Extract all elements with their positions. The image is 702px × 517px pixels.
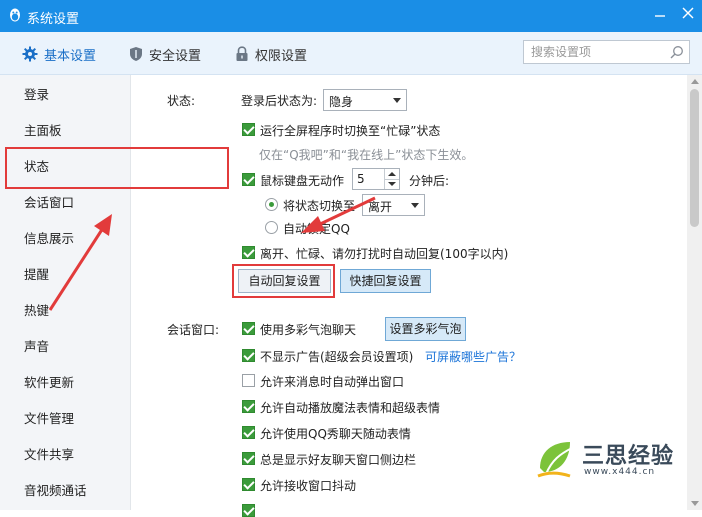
idle-label: 鼠标键盘无动作 <box>260 174 345 188</box>
lock-icon <box>236 46 248 61</box>
idle-lock-radio[interactable] <box>265 221 278 234</box>
chevron-down-icon[interactable] <box>384 179 399 189</box>
watermark-leaf-icon <box>537 442 573 478</box>
idle-minutes-stepper[interactable]: 5 <box>352 168 400 190</box>
qqshow-emoji-checkbox[interactable] <box>242 426 255 439</box>
sidebar-item-av-call[interactable]: 音视频通话 <box>0 476 130 506</box>
colorful-bubble-checkbox[interactable] <box>242 322 255 335</box>
settings-search-box <box>523 40 690 64</box>
tab-label: 权限设置 <box>255 48 308 64</box>
watermark-url: www.x444.cn <box>584 467 656 477</box>
minimize-icon <box>655 15 665 17</box>
search-icon[interactable] <box>670 45 684 59</box>
sidebar-item-hotkey[interactable]: 热键 <box>0 296 130 326</box>
gear-icon <box>22 46 38 62</box>
watermark: 三思经验 www.x444.cn <box>536 436 686 484</box>
auto-popup-checkbox[interactable] <box>242 374 255 387</box>
idle-checkbox[interactable] <box>242 173 255 186</box>
fullscreen-busy-checkbox[interactable] <box>242 123 255 136</box>
sidebar-item-chat-window[interactable]: 会话窗口 <box>0 188 130 218</box>
magic-emoji-checkbox[interactable] <box>242 400 255 413</box>
idle-switch-select[interactable]: 离开 <box>362 194 425 216</box>
scroll-down-arrow-icon[interactable] <box>691 501 699 506</box>
window-title: 系统设置 <box>27 12 80 27</box>
blockable-ads-link[interactable]: 可屏蔽哪些广告？ <box>425 348 521 365</box>
sidebar-item-reminder[interactable]: 提醒 <box>0 260 130 290</box>
title-bar: 系统设置 <box>0 0 702 32</box>
set-colorful-bubble-button[interactable]: 设置多彩气泡 <box>385 317 466 341</box>
settings-sidebar: 登录 主面板 状态 会话窗口 信息展示 提醒 热键 声音 软件更新 文件管理 文… <box>0 75 131 510</box>
sidebar-item-info-display[interactable]: 信息展示 <box>0 224 130 254</box>
qq-penguin-icon <box>10 8 20 22</box>
sidebar-always-label: 总是显示好友聊天窗口侧边栏 <box>260 453 417 467</box>
chat-section-label: 会话窗口: <box>167 323 220 337</box>
sidebar-item-main-panel[interactable]: 主面板 <box>0 116 130 146</box>
sidebar-item-status[interactable]: 状态 <box>0 152 130 182</box>
hide-ads-checkbox[interactable] <box>242 349 255 362</box>
select-value: 离开 <box>368 200 393 214</box>
magic-emoji-label: 允许自动播放魔法表情和超级表情 <box>260 401 441 415</box>
close-button[interactable] <box>679 7 697 23</box>
idle-lock-label: 自动锁定QQ <box>283 222 350 236</box>
idle-suffix-label: 分钟后: <box>409 174 450 188</box>
after-login-status-label: 登录后状态为: <box>241 94 318 108</box>
close-icon <box>682 7 694 19</box>
qqshow-emoji-label: 允许使用QQ秀聊天随动表情 <box>260 427 411 441</box>
colorful-bubble-label: 使用多彩气泡聊天 <box>260 323 357 337</box>
idle-switch-radio[interactable] <box>265 198 278 211</box>
search-input[interactable] <box>524 41 661 63</box>
after-login-status-select[interactable]: 隐身 <box>323 89 407 111</box>
sidebar-item-file-sharing[interactable]: 文件共享 <box>0 440 130 470</box>
auto-popup-label: 允许来消息时自动弹出窗口 <box>260 375 405 389</box>
sidebar-item-login[interactable]: 登录 <box>0 80 130 110</box>
chevron-down-icon <box>411 203 419 208</box>
auto-reply-checkbox[interactable] <box>242 246 255 259</box>
tab-permission-settings[interactable]: 权限设置 <box>235 44 307 64</box>
partial-next-checkbox[interactable] <box>242 504 255 517</box>
chevron-down-icon <box>393 98 401 103</box>
tab-basic-settings[interactable]: 基本设置 <box>22 44 96 64</box>
status-section-label: 状态: <box>167 94 196 108</box>
scrollbar-thumb[interactable] <box>690 89 699 227</box>
window-shake-checkbox[interactable] <box>242 478 255 491</box>
minimize-button[interactable] <box>651 7 669 23</box>
content-scrollbar[interactable] <box>687 75 702 510</box>
fullscreen-busy-label: 运行全屏程序时切换至“忙碌”状态 <box>260 124 441 138</box>
select-value: 隐身 <box>329 95 354 109</box>
hide-ads-label: 不显示广告(超级会员设置项) <box>260 350 414 364</box>
shield-icon <box>130 47 142 61</box>
auto-reply-settings-button[interactable]: 自动回复设置 <box>238 269 331 293</box>
sidebar-item-sound[interactable]: 声音 <box>0 332 130 362</box>
tab-label: 基本设置 <box>44 48 97 64</box>
auto-reply-label: 离开、忙碌、请勿打扰时自动回复(100字以内) <box>260 247 509 261</box>
sidebar-always-checkbox[interactable] <box>242 452 255 465</box>
idle-switch-label: 将状态切换至 <box>283 199 356 213</box>
watermark-text: 三思经验 <box>582 444 675 469</box>
tab-label: 安全设置 <box>149 48 202 64</box>
window-shake-label: 允许接收窗口抖动 <box>260 479 357 493</box>
sidebar-item-file-management[interactable]: 文件管理 <box>0 404 130 434</box>
scroll-up-arrow-icon[interactable] <box>691 79 699 84</box>
quick-reply-settings-button[interactable]: 快捷回复设置 <box>340 269 431 293</box>
stepper-value: 5 <box>357 172 365 186</box>
tab-security-settings[interactable]: 安全设置 <box>129 44 201 64</box>
fullscreen-busy-hint: 仅在“Q我吧”和“我在线上”状态下生效。 <box>259 148 474 162</box>
sidebar-item-software-update[interactable]: 软件更新 <box>0 368 130 398</box>
